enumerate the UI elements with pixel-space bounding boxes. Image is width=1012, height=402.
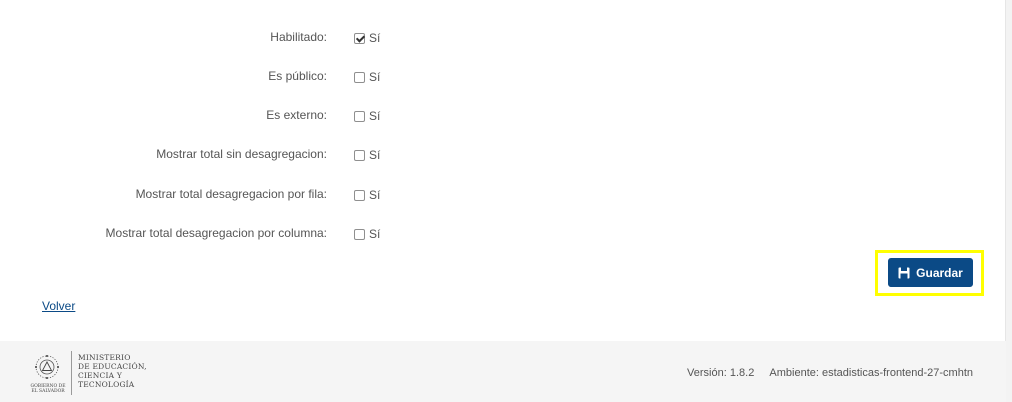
field-label: Es externo: xyxy=(266,108,327,122)
field-label: Es público: xyxy=(268,69,327,83)
save-button[interactable]: Guardar xyxy=(888,258,973,287)
checkbox-unchecked[interactable] xyxy=(354,149,365,161)
seal-caption: GOBIERNO DE EL SALVADOR xyxy=(30,384,66,394)
checkbox-label: Sí xyxy=(369,148,381,162)
checkbox-checked[interactable] xyxy=(354,32,365,44)
checkbox-total-por-columna[interactable]: Sí xyxy=(354,227,380,241)
logo-divider xyxy=(71,351,72,395)
checkbox-label: Sí xyxy=(369,31,381,45)
ministry-name-line: CIENCIA Y xyxy=(78,371,122,380)
form-row-total-sin-desagregacion: Mostrar total sin desagregacion: Sí xyxy=(0,146,1000,166)
checkbox-label: Sí xyxy=(369,188,381,202)
floppy-disk-icon xyxy=(898,267,910,279)
checkbox-total-por-fila[interactable]: Sí xyxy=(354,188,380,202)
checkbox-es-externo[interactable]: Sí xyxy=(354,109,380,123)
checkbox-unchecked[interactable] xyxy=(354,110,365,122)
footer: GOBIERNO DE EL SALVADOR MINISTERIO DE ED… xyxy=(0,341,1006,402)
form-row-total-por-columna: Mostrar total desagregacion por columna:… xyxy=(0,225,1000,245)
app-version: Versión: 1.8.2 xyxy=(687,367,755,379)
version-info: Versión: 1.8.2 Ambiente: estadisticas-fr… xyxy=(687,367,973,379)
checkbox-label: Sí xyxy=(369,109,381,123)
ministry-name-line: DE EDUCACIÓN, xyxy=(78,362,147,371)
field-label: Mostrar total sin desagregacion: xyxy=(156,147,327,161)
form-row-total-por-fila: Mostrar total desagregacion por fila: Sí xyxy=(0,186,1000,206)
ministry-name-line: TECNOLOGÍA xyxy=(78,380,135,389)
ministry-name-line: MINISTERIO xyxy=(78,353,131,362)
checkbox-label: Sí xyxy=(369,70,381,84)
scrollbar-track[interactable] xyxy=(1005,0,1012,402)
checkbox-unchecked[interactable] xyxy=(354,189,365,201)
checkbox-total-sin-desagregacion[interactable]: Sí xyxy=(354,148,380,162)
field-label: Habilitado: xyxy=(270,30,327,44)
field-label: Mostrar total desagregacion por fila: xyxy=(135,187,327,201)
field-label: Mostrar total desagregacion por columna: xyxy=(105,226,327,240)
checkbox-habilitado[interactable]: Sí xyxy=(354,31,380,45)
checkbox-unchecked[interactable] xyxy=(354,71,365,83)
save-button-label: Guardar xyxy=(916,265,963,280)
form-row-es-publico: Es público: Sí xyxy=(0,68,1000,88)
ministry-name: MINISTERIO DE EDUCACIÓN, CIENCIA Y TECNO… xyxy=(78,353,158,389)
form-row-habilitado: Habilitado: Sí xyxy=(0,29,1000,49)
checkbox-label: Sí xyxy=(369,227,381,241)
ministry-logo: GOBIERNO DE EL SALVADOR MINISTERIO DE ED… xyxy=(28,348,158,398)
checkbox-unchecked[interactable] xyxy=(354,228,365,240)
back-link[interactable]: Volver xyxy=(42,299,75,313)
environment-name: Ambiente: estadisticas-frontend-27-cmhtn xyxy=(769,367,973,379)
form-row-es-externo: Es externo: Sí xyxy=(0,107,1000,127)
checkbox-es-publico[interactable]: Sí xyxy=(354,70,380,84)
